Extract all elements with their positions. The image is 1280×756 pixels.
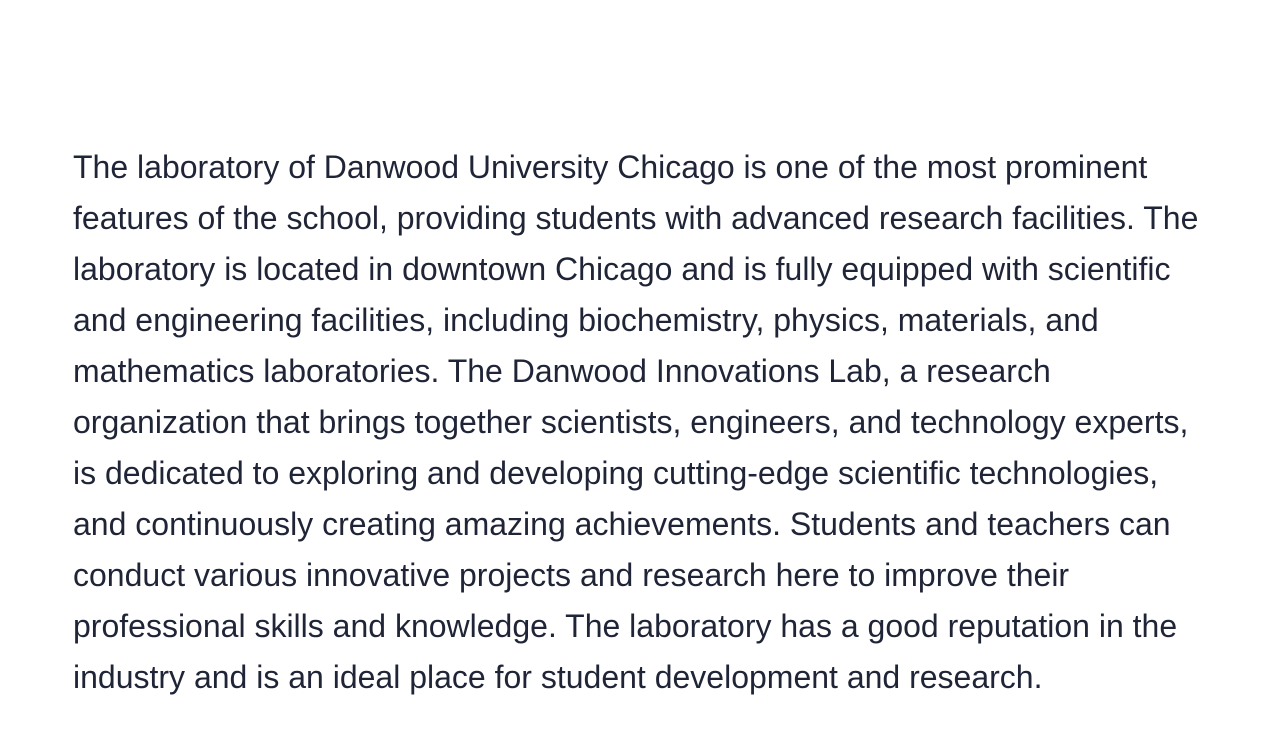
main-content: The laboratory of Danwood University Chi… — [73, 142, 1213, 703]
body-paragraph: The laboratory of Danwood University Chi… — [73, 149, 1199, 695]
